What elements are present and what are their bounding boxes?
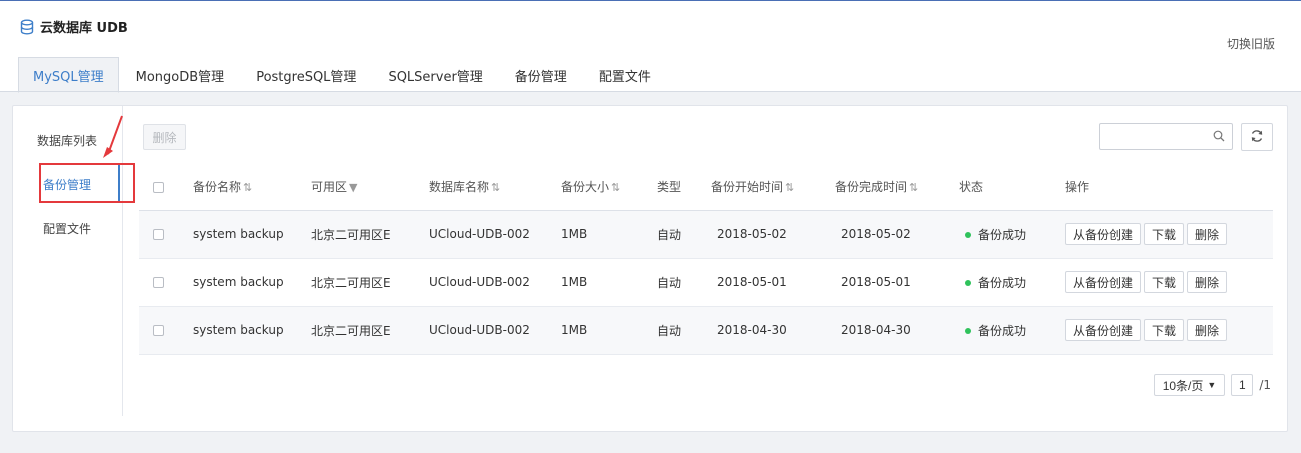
- tab-divider: [0, 91, 1301, 92]
- row-delete-button[interactable]: 删除: [1187, 223, 1228, 245]
- download-button[interactable]: 下载: [1144, 271, 1185, 293]
- success-dot-icon: [965, 280, 971, 286]
- tab-config[interactable]: 配置文件: [584, 57, 666, 92]
- cell-end: 2018-04-30: [835, 306, 959, 355]
- search-box: [1099, 123, 1233, 150]
- sort-icon: ⇅: [785, 181, 795, 195]
- filter-icon: ▼: [349, 181, 358, 195]
- tab-postgresql[interactable]: PostgreSQL管理: [241, 57, 371, 92]
- col-name[interactable]: 备份名称 ⇅: [193, 164, 311, 211]
- col-ops: 操作: [1065, 164, 1273, 211]
- col-type: 类型: [657, 164, 711, 211]
- row-checkbox[interactable]: [153, 325, 164, 336]
- sidebar-item-config[interactable]: 配置文件: [13, 220, 121, 237]
- cell-size: 1MB: [561, 210, 657, 259]
- cell-name: system backup: [193, 306, 311, 355]
- total-pages: /1: [1259, 378, 1271, 392]
- col-end[interactable]: 备份完成时间 ⇅: [835, 164, 959, 211]
- row-checkbox[interactable]: [153, 229, 164, 240]
- download-button[interactable]: 下载: [1144, 319, 1185, 341]
- switch-old-version-link[interactable]: 切换旧版: [1227, 35, 1275, 52]
- chevron-down-icon: ▼: [1207, 380, 1217, 390]
- success-dot-icon: [965, 232, 971, 238]
- download-button[interactable]: 下载: [1144, 223, 1185, 245]
- content-panel: 数据库列表 备份管理 配置文件 删除 备份名称 ⇅ 可用区 ▼ 数据库名称 ⇅ …: [12, 105, 1288, 432]
- sort-icon: ⇅: [243, 181, 253, 195]
- pagination: 10条/页 ▼ 1 /1: [1153, 374, 1271, 396]
- tab-mysql[interactable]: MySQL管理: [18, 57, 119, 93]
- app-title: 云数据库 UDB: [40, 21, 128, 36]
- cell-zone: 北京二可用区E: [311, 210, 429, 259]
- cell-type: 自动: [657, 258, 711, 307]
- row-delete-button[interactable]: 删除: [1187, 271, 1228, 293]
- col-status: 状态: [959, 164, 1065, 211]
- highlight-box: [39, 163, 135, 203]
- table-row: system backup 北京二可用区E UCloud-UDB-002 1MB…: [139, 258, 1273, 307]
- cell-status: 备份成功: [959, 306, 1065, 355]
- top-bar: 云数据库 UDB 切换旧版 MySQL管理 MongoDB管理 PostgreS…: [0, 1, 1301, 93]
- cell-start: 2018-05-02: [711, 210, 835, 259]
- refresh-button[interactable]: [1241, 123, 1273, 151]
- cell-type: 自动: [657, 210, 711, 259]
- cell-ops: 从备份创建 下载 删除: [1065, 306, 1273, 355]
- create-from-backup-button[interactable]: 从备份创建: [1065, 271, 1142, 293]
- table-row: system backup 北京二可用区E UCloud-UDB-002 1MB…: [139, 306, 1273, 355]
- cell-status: 备份成功: [959, 210, 1065, 259]
- col-zone[interactable]: 可用区 ▼: [311, 164, 429, 211]
- cell-end: 2018-05-01: [835, 258, 959, 307]
- product-tabs: MySQL管理 MongoDB管理 PostgreSQL管理 SQLServer…: [18, 57, 668, 93]
- cell-db: UCloud-UDB-002: [429, 258, 561, 307]
- col-size[interactable]: 备份大小 ⇅: [561, 164, 657, 211]
- create-from-backup-button[interactable]: 从备份创建: [1065, 319, 1142, 341]
- row-checkbox[interactable]: [153, 277, 164, 288]
- annotation-arrow-icon: [103, 115, 123, 158]
- sort-icon: ⇅: [909, 181, 919, 195]
- table-row: system backup 北京二可用区E UCloud-UDB-002 1MB…: [139, 210, 1273, 259]
- delete-button[interactable]: 删除: [143, 124, 186, 150]
- cell-name: system backup: [193, 258, 311, 307]
- search-icon[interactable]: [1213, 130, 1225, 145]
- create-from-backup-button[interactable]: 从备份创建: [1065, 223, 1142, 245]
- col-db[interactable]: 数据库名称 ⇅: [429, 164, 561, 211]
- search-input[interactable]: [1100, 124, 1204, 149]
- success-dot-icon: [965, 328, 971, 334]
- cell-zone: 北京二可用区E: [311, 306, 429, 355]
- brand: 云数据库 UDB: [20, 17, 128, 36]
- cell-size: 1MB: [561, 258, 657, 307]
- tab-backup[interactable]: 备份管理: [500, 57, 582, 92]
- cell-db: UCloud-UDB-002: [429, 210, 561, 259]
- sort-icon: ⇅: [611, 181, 621, 195]
- cell-type: 自动: [657, 306, 711, 355]
- refresh-icon: [1250, 129, 1264, 146]
- cell-ops: 从备份创建 下载 删除: [1065, 258, 1273, 307]
- cell-start: 2018-05-01: [711, 258, 835, 307]
- page-size-select[interactable]: 10条/页 ▼: [1153, 374, 1226, 396]
- tab-sqlserver[interactable]: SQLServer管理: [373, 57, 497, 92]
- tab-mongodb[interactable]: MongoDB管理: [121, 57, 240, 92]
- sort-icon: ⇅: [491, 181, 501, 195]
- cell-start: 2018-04-30: [711, 306, 835, 355]
- cell-end: 2018-05-02: [835, 210, 959, 259]
- cell-status: 备份成功: [959, 258, 1065, 307]
- cell-db: UCloud-UDB-002: [429, 306, 561, 355]
- cell-size: 1MB: [561, 306, 657, 355]
- page-number-input[interactable]: 1: [1231, 374, 1254, 396]
- backup-table: 备份名称 ⇅ 可用区 ▼ 数据库名称 ⇅ 备份大小 ⇅ 类型 备份开始时间 ⇅ 备份完成时…: [139, 164, 1273, 355]
- cell-ops: 从备份创建 下载 删除: [1065, 210, 1273, 259]
- database-icon: [20, 19, 34, 35]
- cell-zone: 北京二可用区E: [311, 258, 429, 307]
- table-header: 备份名称 ⇅ 可用区 ▼ 数据库名称 ⇅ 备份大小 ⇅ 类型 备份开始时间 ⇅ 备份完成时…: [139, 164, 1273, 211]
- select-all-checkbox[interactable]: [153, 181, 164, 193]
- cell-name: system backup: [193, 210, 311, 259]
- row-delete-button[interactable]: 删除: [1187, 319, 1228, 341]
- col-start[interactable]: 备份开始时间 ⇅: [711, 164, 835, 211]
